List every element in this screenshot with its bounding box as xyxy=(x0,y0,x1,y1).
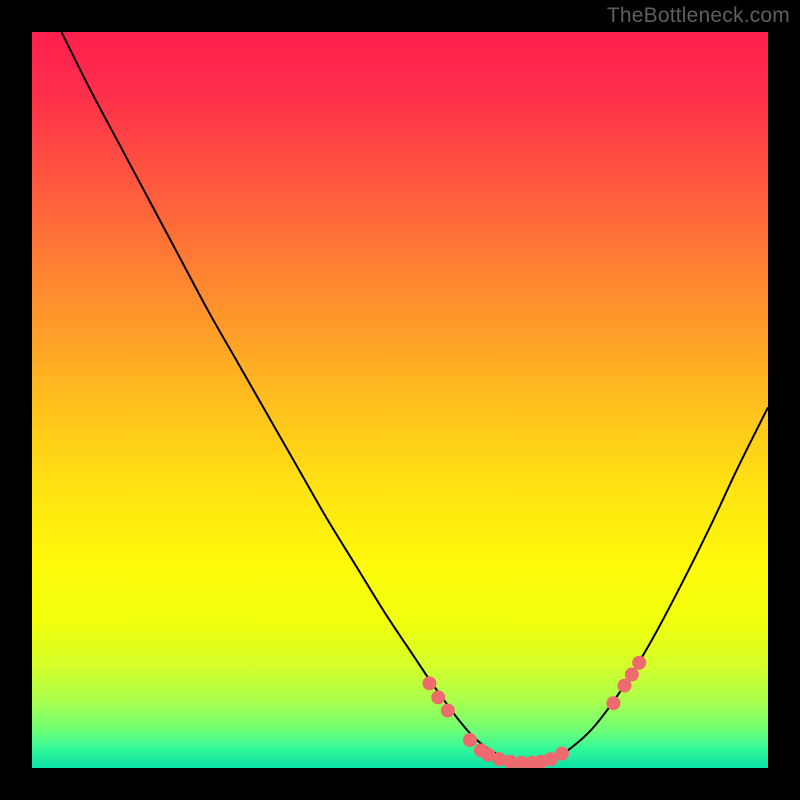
chart-container xyxy=(32,32,768,768)
curve-marker xyxy=(431,690,445,704)
curve-marker xyxy=(625,668,639,682)
chart-svg xyxy=(32,32,768,768)
chart-background xyxy=(32,32,768,768)
curve-marker xyxy=(555,747,569,761)
curve-marker xyxy=(422,676,436,690)
curve-marker xyxy=(632,656,646,670)
curve-marker xyxy=(606,696,620,710)
curve-marker xyxy=(441,704,455,718)
watermark-text: TheBottleneck.com xyxy=(607,4,790,28)
curve-marker xyxy=(463,733,477,747)
